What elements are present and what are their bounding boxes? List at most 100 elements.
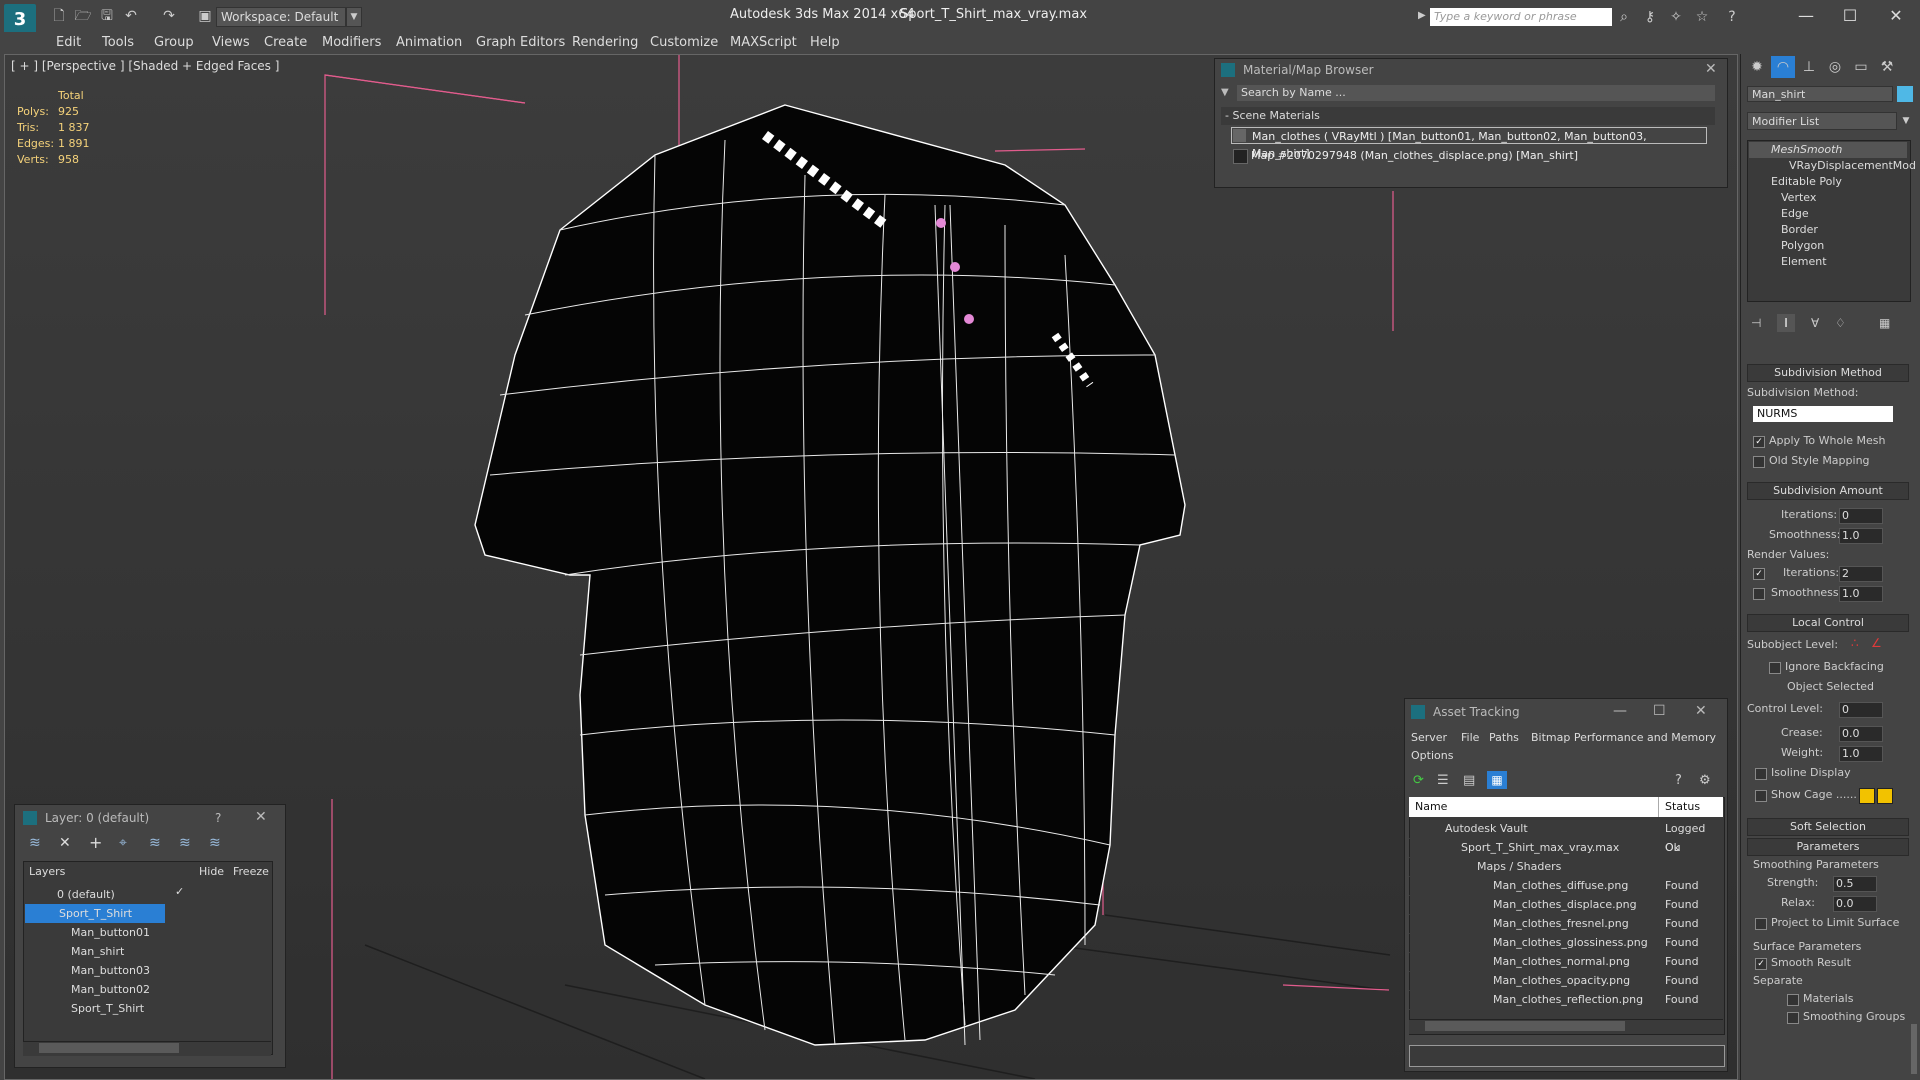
menu-bitmap-performance[interactable]: Bitmap Performance and Memory [1531,731,1716,744]
pin-stack-icon[interactable]: ⊣ [1751,316,1761,330]
layer-object-row[interactable]: Man_shirt [23,942,269,961]
stack-item-edge[interactable]: Edge [1749,206,1907,222]
name-column-header[interactable]: Name [1409,797,1659,817]
favorites-star-icon[interactable]: ☆ [1692,8,1712,26]
rollout-local-control[interactable]: Local Control [1747,614,1909,632]
freeze-column-header[interactable]: Freeze [233,865,269,878]
stack-item-polygon[interactable]: Polygon [1749,238,1907,254]
utilities-tab-icon[interactable]: ⚒ [1875,56,1899,78]
display-tab-icon[interactable]: ▭ [1849,56,1873,78]
remove-modifier-icon[interactable]: ♢ [1835,316,1846,330]
path-field[interactable] [1409,1045,1725,1067]
select-objects-icon[interactable]: ⌖ [119,835,127,851]
refresh-icon[interactable]: ⟳ [1413,773,1424,788]
subdivision-method-select[interactable]: NURMS [1753,406,1893,422]
project-folder-icon[interactable]: ▣ [196,8,214,24]
apply-whole-mesh-checkbox[interactable]: ✓ [1753,436,1765,448]
settings-icon[interactable]: ⚙ [1699,773,1711,788]
stack-item-element[interactable]: Element [1749,254,1907,270]
menu-maxscript[interactable]: MAXScript [730,34,797,52]
menu-file[interactable]: File [1461,731,1479,744]
menu-options[interactable]: Options [1411,749,1453,762]
add-to-layer-icon[interactable]: + [89,833,102,852]
old-style-mapping-checkbox[interactable] [1753,456,1765,468]
hierarchy-tab-icon[interactable]: ⊥ [1797,56,1821,78]
menu-animation[interactable]: Animation [396,34,462,52]
status-column-header[interactable]: Status [1659,797,1723,817]
t-shirt-mesh[interactable] [474,104,1186,1046]
table-row[interactable]: Autodesk Vault Logged Ou [1409,819,1723,854]
vertex-level-icon[interactable]: ∴ [1851,636,1859,650]
table-row[interactable]: Man_clothes_normal.png Found [1409,952,1723,972]
smoothness-spinner[interactable]: 1.0 [1839,528,1883,544]
close-icon[interactable]: ✕ [1705,61,1717,77]
chevron-right-icon[interactable]: ▶ [1418,10,1426,21]
thumbnail-view-icon[interactable]: ▤ [1463,773,1475,788]
render-iterations-spinner[interactable]: 2 [1839,566,1883,582]
maximize-icon[interactable]: ☐ [1653,703,1666,719]
layers-column-header[interactable]: Layers [29,865,65,878]
menu-create[interactable]: Create [264,34,307,52]
scrollbar-thumb[interactable] [39,1043,179,1053]
weight-spinner[interactable]: 1.0 [1839,746,1883,762]
stack-item-vertex[interactable]: Vertex [1749,190,1907,206]
layer-row[interactable]: 0 (default) [23,885,269,904]
modifier-list-dropdown[interactable]: Modifier List [1747,112,1897,130]
smooth-result-checkbox[interactable]: ✓ [1755,958,1767,970]
vertical-scrollbar[interactable] [1911,1024,1917,1074]
scene-materials-section[interactable]: - Scene Materials [1221,107,1715,125]
render-iterations-checkbox[interactable]: ✓ [1753,568,1765,580]
rollout-parameters[interactable]: Parameters [1747,838,1909,856]
hide-column-header[interactable]: Hide [199,865,224,878]
menu-server[interactable]: Server [1411,731,1447,744]
search-input[interactable]: Type a keyword or phrase [1430,8,1612,26]
menu-graph-editors[interactable]: Graph Editors [476,34,565,52]
binoculars-icon[interactable]: ⌕ [1614,8,1634,26]
render-smoothness-checkbox[interactable] [1753,588,1765,600]
iterations-spinner[interactable]: 0 [1839,508,1883,524]
menu-paths[interactable]: Paths [1489,731,1519,744]
layer-help-button[interactable]: ? [215,811,222,825]
highlight-layer-icon[interactable]: ≋ [149,835,161,851]
edge-level-icon[interactable]: ∠ [1871,636,1882,650]
cage-selected-color-swatch[interactable] [1877,788,1893,804]
table-row[interactable]: Sport_T_Shirt_max_vray.max Ok [1409,838,1723,858]
menu-tools[interactable]: Tools [102,34,134,52]
table-view-icon[interactable]: ▦ [1487,771,1507,789]
show-end-result-icon[interactable]: I [1777,314,1795,332]
layer-object-row[interactable]: Sport_T_Shirt [23,999,269,1018]
material-search-input[interactable]: Search by Name ... [1237,85,1715,101]
menu-help[interactable]: Help [810,34,840,52]
list-view-icon[interactable]: ☰ [1437,773,1449,788]
minimize-icon[interactable]: — [1613,703,1627,719]
separate-smoothing-groups-checkbox[interactable] [1787,1012,1799,1024]
menu-group[interactable]: Group [154,34,194,52]
material-item-man-clothes[interactable]: Man_clothes ( VRayMtl ) [Man_button01, M… [1231,127,1707,160]
minimize-icon[interactable]: — [1786,4,1826,28]
chevron-down-icon[interactable]: ▼ [346,7,362,27]
control-level-spinner[interactable]: 0 [1839,702,1883,718]
table-row[interactable]: Man_clothes_diffuse.png Found [1409,876,1723,896]
menu-views[interactable]: Views [212,34,250,52]
close-icon[interactable]: ✕ [255,809,267,825]
strength-spinner[interactable]: 0.5 [1833,876,1877,892]
subscription-icon[interactable]: ⚷ [1640,8,1660,26]
menu-modifiers[interactable]: Modifiers [322,34,381,52]
menu-rendering[interactable]: Rendering [572,34,638,52]
new-file-icon[interactable]: 🗋 [50,8,68,24]
crease-spinner[interactable]: 0.0 [1839,726,1883,742]
rollout-subdivision-method[interactable]: Subdivision Method [1747,364,1909,382]
chevron-down-icon[interactable]: ▼ [1899,112,1913,130]
layer-object-row[interactable]: Man_button02 [23,980,269,999]
stack-item-vraydisplacement[interactable]: VRayDisplacementMod [1749,158,1916,174]
make-unique-icon[interactable]: ∀ [1811,316,1819,330]
relax-spinner[interactable]: 0.0 [1833,896,1877,912]
open-file-icon[interactable]: 🗁 [74,8,92,24]
ignore-backfacing-checkbox[interactable] [1769,662,1781,674]
stack-item-meshsmooth[interactable]: MeshSmooth [1749,142,1907,158]
object-name-field[interactable]: Man_shirt [1747,86,1893,102]
table-row[interactable]: Man_clothes_glossiness.png Found [1409,933,1723,953]
undo-icon[interactable]: ↶ [122,8,140,24]
help-icon[interactable]: ? [1722,8,1742,26]
configure-sets-icon[interactable]: ▦ [1879,316,1890,330]
